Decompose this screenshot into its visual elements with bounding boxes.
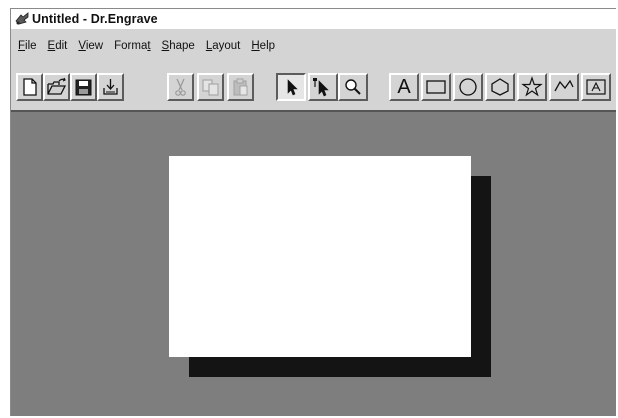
- design-workspace[interactable]: [11, 110, 616, 416]
- app-window: Untitled - Dr.Engrave File Edit View For…: [10, 8, 616, 416]
- text-frame-tool-button[interactable]: [581, 73, 611, 101]
- menu-edit-label: dit: [55, 40, 68, 52]
- menu-file-label: ile: [25, 40, 37, 52]
- menu-bar: File Edit View Format Shape Layout Help: [11, 36, 616, 56]
- text-tool-icon: A: [397, 76, 411, 98]
- title-bar: Untitled - Dr.Engrave: [11, 9, 616, 29]
- select-tool-button[interactable]: [276, 73, 306, 101]
- menu-view-accel: V: [78, 40, 86, 52]
- cut-button[interactable]: [167, 73, 194, 101]
- text-frame-icon: [586, 79, 606, 95]
- menu-layout-label: ayout: [212, 40, 241, 52]
- scissors-icon: [175, 78, 186, 96]
- copy-button[interactable]: [197, 73, 224, 101]
- toolbar-separator: [372, 73, 376, 101]
- menu-shape-label: hape: [169, 40, 195, 52]
- menu-help-accel: H: [251, 40, 260, 52]
- print-button[interactable]: [97, 73, 124, 101]
- menu-file-accel: F: [18, 40, 26, 52]
- save-disk-icon: [75, 79, 92, 96]
- paste-clipboard-icon: [233, 78, 248, 96]
- toolbar-separator: [258, 73, 262, 101]
- polygon-icon: [491, 78, 509, 96]
- arrow-pointer-icon: [287, 79, 298, 96]
- menu-format[interactable]: Format: [114, 40, 150, 52]
- polyline-tool-button[interactable]: [549, 73, 579, 101]
- paste-button[interactable]: [227, 73, 254, 101]
- engraving-page[interactable]: [169, 156, 471, 357]
- star-tool-button[interactable]: [517, 73, 547, 101]
- menu-format-accel: t: [147, 40, 151, 52]
- magnifier-icon: [345, 79, 361, 95]
- open-button[interactable]: [43, 73, 70, 101]
- print-output-icon: [103, 79, 118, 95]
- window-title: Untitled - Dr.Engrave: [32, 12, 158, 26]
- menu-view-label: iew: [85, 40, 104, 52]
- text-tool-button[interactable]: A: [389, 73, 419, 101]
- app-engraver-icon: [15, 12, 29, 25]
- polygon-tool-button[interactable]: [485, 73, 515, 101]
- node-edit-pointer-icon: [313, 78, 329, 97]
- menu-view[interactable]: View: [78, 40, 103, 52]
- menu-layout[interactable]: Layout: [206, 40, 241, 52]
- toolbar-separator: [129, 73, 133, 101]
- circle-icon: [459, 78, 477, 96]
- menu-file[interactable]: File: [18, 40, 37, 52]
- menu-help[interactable]: Help: [251, 40, 275, 52]
- rectangle-tool-button[interactable]: [421, 73, 451, 101]
- menu-edit[interactable]: Edit: [48, 40, 68, 52]
- node-edit-tool-button[interactable]: [308, 73, 338, 101]
- open-folder-icon: [47, 77, 67, 95]
- menu-shape[interactable]: Shape: [162, 40, 195, 52]
- new-document-button[interactable]: [16, 73, 43, 101]
- menu-help-label: elp: [259, 40, 276, 52]
- zoom-tool-button[interactable]: [338, 73, 368, 101]
- star-icon: [521, 76, 543, 97]
- polyline-icon: [554, 79, 574, 92]
- new-document-icon: [23, 78, 37, 96]
- rectangle-icon: [426, 80, 446, 94]
- main-toolbar: A: [11, 69, 616, 105]
- circle-tool-button[interactable]: [453, 73, 483, 101]
- save-button[interactable]: [70, 73, 97, 101]
- menu-format-label: Forma: [114, 40, 148, 52]
- copy-icon: [202, 79, 219, 96]
